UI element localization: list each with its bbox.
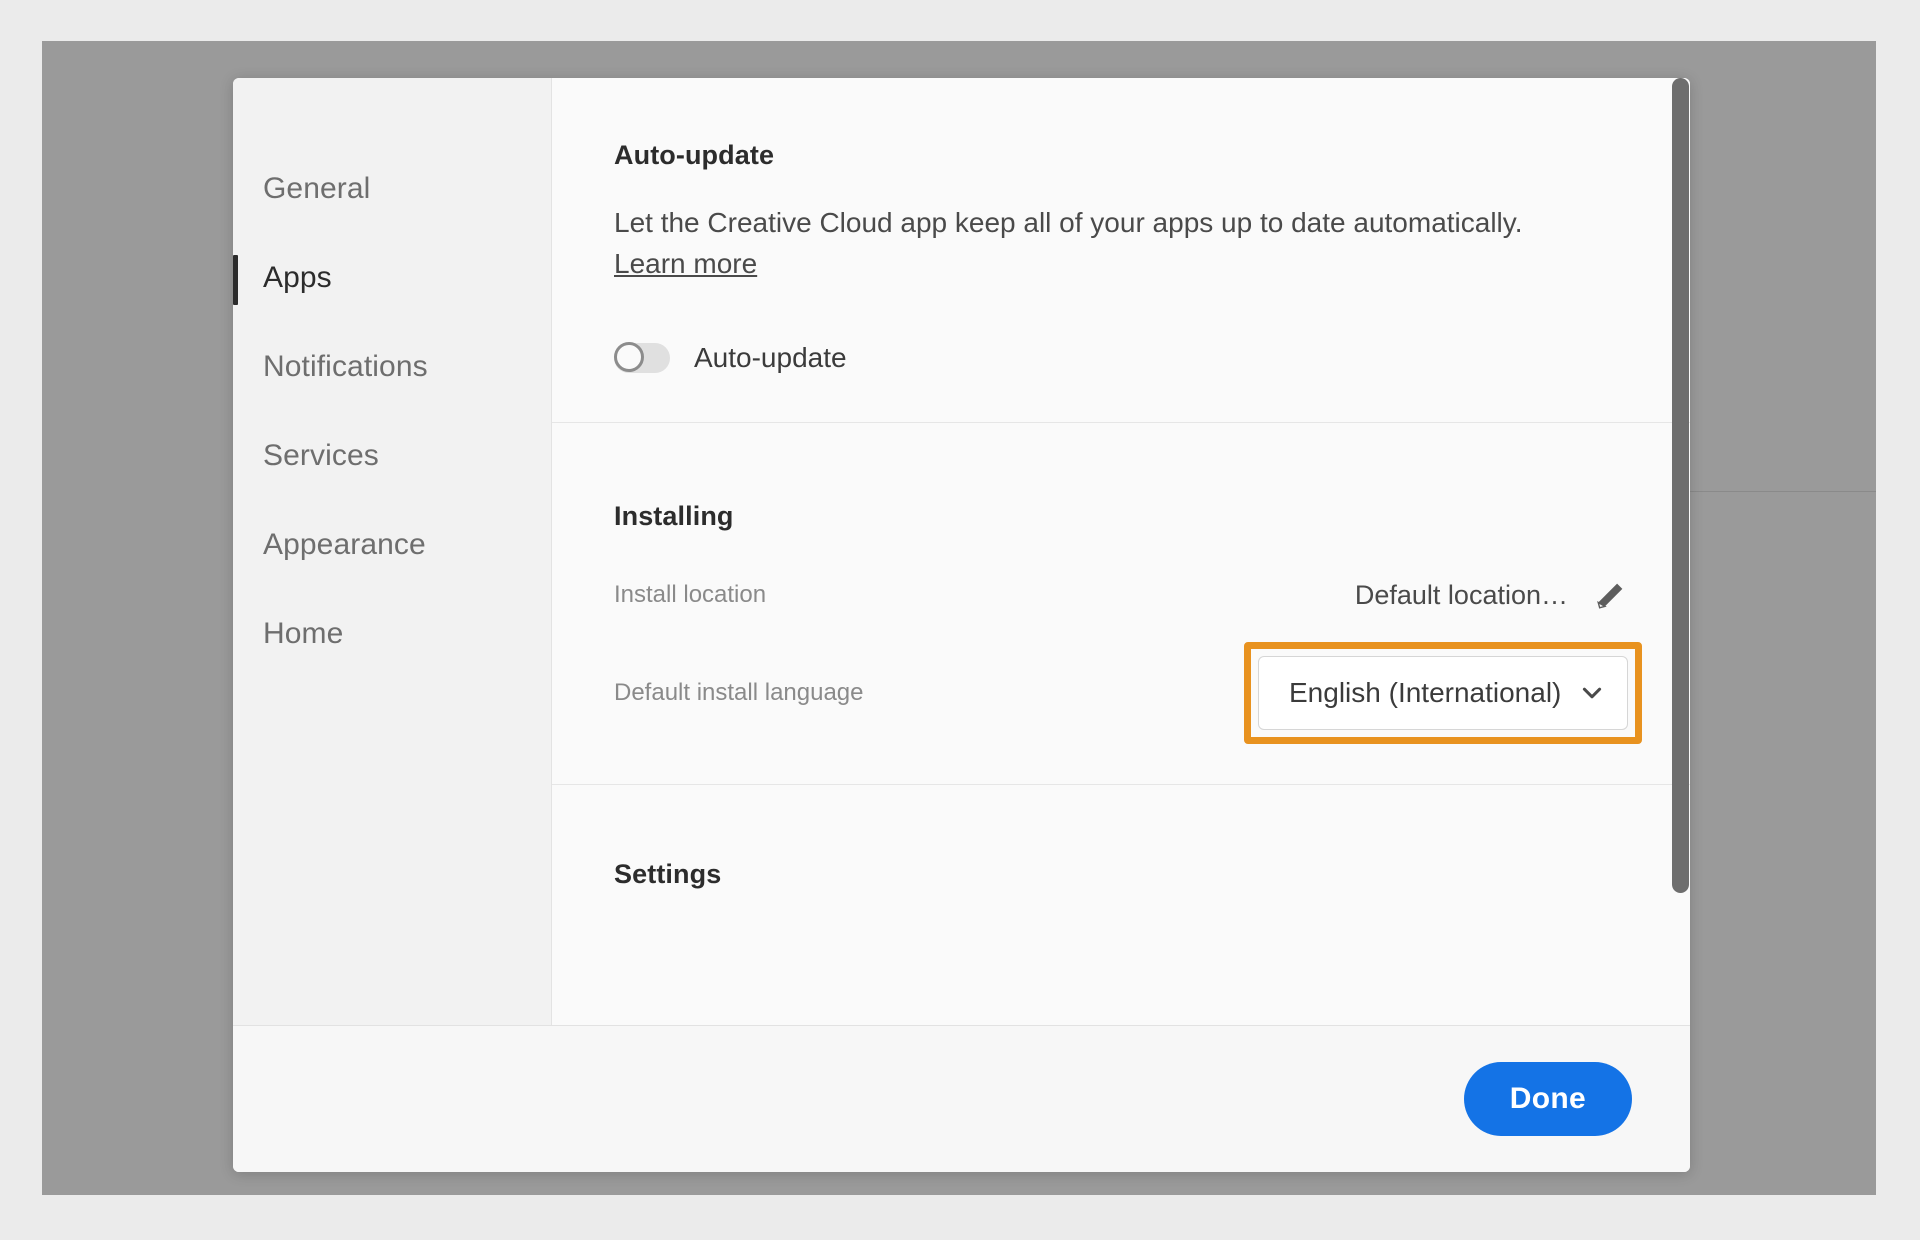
language-select-wrapper: English (International) <box>1244 642 1642 745</box>
default-install-language-label: Default install language <box>614 679 864 707</box>
dialog-body: General Apps Notifications Services Appe… <box>233 78 1690 1026</box>
sidebar-item-general[interactable]: General <box>233 144 551 233</box>
toggle-knob <box>614 342 644 373</box>
dialog-footer: Done <box>233 1026 1690 1172</box>
section-title: Installing <box>614 501 734 532</box>
scrollbar-thumb[interactable] <box>1672 78 1689 893</box>
auto-update-toggle-label: Auto-update <box>694 342 847 374</box>
auto-update-description: Let the Creative Cloud app keep all of y… <box>614 207 1523 238</box>
auto-update-toggle[interactable] <box>614 342 670 374</box>
sidebar-item-label: Apps <box>263 260 332 294</box>
install-location-row: Install location Default location… <box>614 564 1628 626</box>
screen: word General Apps Notifications Services <box>0 0 1920 1240</box>
sidebar-item-apps[interactable]: Apps <box>233 233 551 322</box>
install-location-control: Default location… <box>1355 578 1628 612</box>
selection-indicator <box>233 255 238 305</box>
preferences-sidebar: General Apps Notifications Services Appe… <box>233 78 552 1025</box>
default-install-language-select[interactable]: English (International) <box>1258 656 1628 731</box>
section-auto-update: Auto-update Let the Creative Cloud app k… <box>552 78 1690 424</box>
default-install-language-control: English (International) <box>1244 642 1642 745</box>
preferences-dialog: General Apps Notifications Services Appe… <box>233 78 1690 1172</box>
default-install-language-row: Default install language English (Intern… <box>614 642 1642 745</box>
content-scrollbar[interactable] <box>1672 78 1690 1025</box>
sidebar-item-appearance[interactable]: Appearance <box>233 500 551 589</box>
auto-update-toggle-row: Auto-update <box>614 342 1628 374</box>
section-installing: Installing Install location Default loca… <box>552 423 1690 786</box>
sidebar-item-label: General <box>263 171 371 205</box>
install-location-label: Install location <box>614 581 767 609</box>
sidebar-item-home[interactable]: Home <box>233 589 551 678</box>
sidebar-item-label: Services <box>263 438 379 472</box>
section-title: Auto-update <box>614 140 775 170</box>
learn-more-link[interactable]: Learn more <box>614 248 757 280</box>
sidebar-item-label: Notifications <box>263 349 428 383</box>
done-button[interactable]: Done <box>1463 1062 1632 1136</box>
language-select-value: English (International) <box>1289 677 1562 709</box>
sidebar-item-services[interactable]: Services <box>233 411 551 500</box>
sidebar-item-notifications[interactable]: Notifications <box>233 322 551 411</box>
section-title: Settings <box>614 859 722 890</box>
sidebar-item-label: Home <box>263 616 344 650</box>
chevron-down-icon <box>1579 680 1605 706</box>
sidebar-item-label: Appearance <box>263 527 426 561</box>
install-location-value: Default location… <box>1354 579 1568 610</box>
pencil-icon[interactable] <box>1594 578 1628 612</box>
preferences-content: Auto-update Let the Creative Cloud app k… <box>552 78 1690 1025</box>
section-settings: Settings <box>552 785 1690 962</box>
